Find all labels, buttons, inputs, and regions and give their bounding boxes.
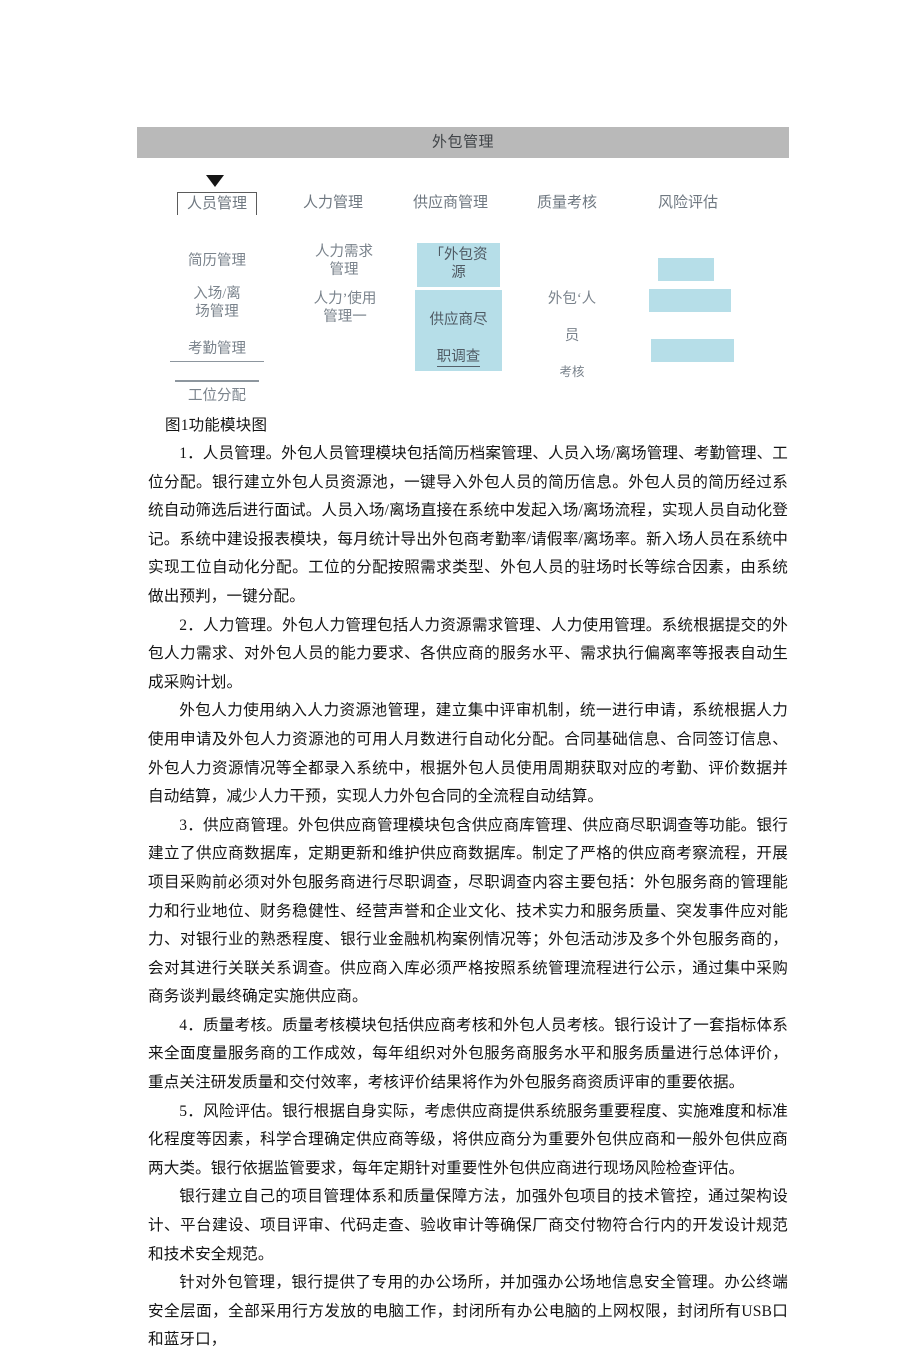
functional-module-diagram: 外包管理 人员管理 人力管理 供应商管理 质量考核 风险评估 简历管理 入场/离… [0,0,920,415]
down-triangle-icon [206,175,224,187]
paragraph-8: 针对外包管理，银行提供了专用的办公场所，并加强办公场地信息安全管理。办公终端安全… [148,1274,788,1349]
diagram-node-attendance-management: 考勤管理 [170,340,264,363]
diagram-node-risk-block-1 [658,258,714,281]
diagram-node-staff-assessment-line1: 外包‘人 [547,291,597,308]
diagram-node-risk-block-3 [651,339,734,362]
paragraph-6: 5．风险评估。银行根据自身实际，考虑供应商提供系统服务重要程度、实施难度和标准化… [148,1102,788,1177]
diagram-node-supplier-due-diligence: 供应商尽 职调查 [415,290,502,372]
diagram-node-risk-block-2 [649,289,731,312]
diagram-node-supplier-due-diligence-line2: 职调查 [436,348,481,368]
diagram-column-header-supplier: 供应商管理 [413,195,489,211]
body-text: 1．人员管理。外包人员管理模块包括简历档案管理、人员入场/离场管理、考勤管理、工… [148,440,788,1355]
paragraph-3: 外包人力使用纳入人力资源池管理，建立集中评审机制，统一进行申请，系统根据人力使用… [148,702,788,806]
figure-caption: 图1功能模块图 [165,417,268,434]
diagram-column-header-personnel: 人员管理 [177,192,258,216]
diagram-column-header-manpower: 人力管理 [303,195,364,211]
diagram-node-outsourced-staff-assessment: 外包‘人 员 考核 [536,272,608,382]
diagram-title-label: 外包管理 [431,134,494,150]
diagram-node-manpower-demand: 人力需求 管理 [315,244,373,279]
paragraph-4: 3．供应商管理。外包供应商管理模块包含供应商库管理、供应商尽职调查等功能。银行建… [148,816,788,1006]
diagram-node-supplier-due-diligence-line1: 供应商尽 [429,312,488,329]
document-page: 外包管理 人员管理 人力管理 供应商管理 质量考核 风险评估 简历管理 入场/离… [0,0,920,1348]
paragraph-7: 银行建立自己的项目管理体系和质量保障方法，加强外包项目的技术管控，通过架构设计、… [148,1188,788,1263]
diagram-node-outsourcing-resource: 「外包资 源 [417,243,500,287]
diagram-node-workstation-allocation: 工位分配 [175,379,259,405]
diagram-title-bar: 外包管理 [137,127,789,158]
paragraph-5: 4．质量考核。质量考核模块包括供应商考核和外包人员考核。银行设计了一套指标体系来… [148,1016,788,1092]
diagram-column-header-quality: 质量考核 [537,195,598,211]
diagram-node-entry-exit-management: 入场/离 场管理 [193,286,241,321]
diagram-node-staff-assessment-line2: 员 [564,327,580,344]
diagram-column-header-risk: 风险评估 [658,195,719,211]
diagram-node-resume-management: 简历管理 [188,253,246,269]
diagram-node-manpower-usage: 人力’使用 管理一 [313,291,377,326]
paragraph-1: 1．人员管理。外包人员管理模块包括简历档案管理、人员入场/离场管理、考勤管理、工… [148,445,788,605]
paragraph-2: 2．人力管理。外包人力管理包括人力资源需求管理、人力使用管理。系统根据提交的外包… [148,616,788,691]
diagram-node-staff-assessment-line3: 考核 [559,365,585,380]
